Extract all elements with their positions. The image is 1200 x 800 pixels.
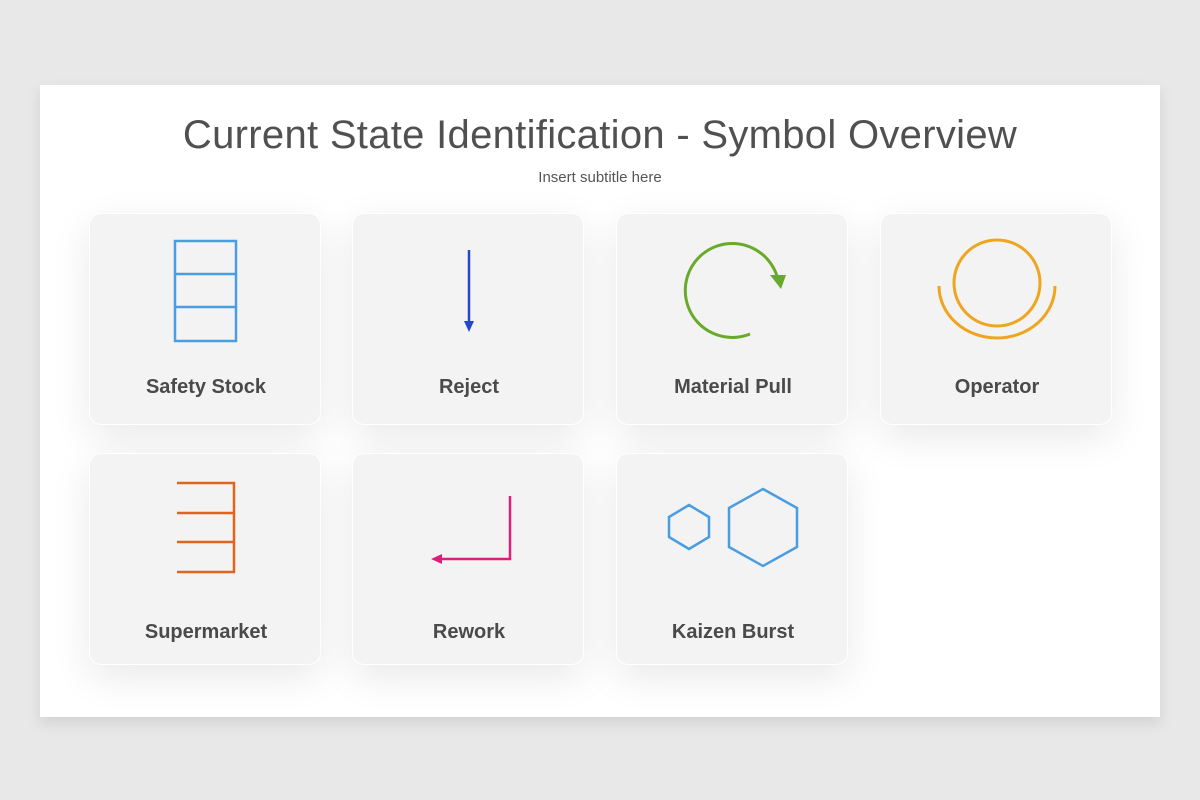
- symbol-card-safety-stock: Safety Stock: [89, 213, 321, 425]
- symbol-label: Safety Stock: [145, 376, 267, 398]
- slide-subtitle: Insert subtitle here: [538, 169, 662, 186]
- rework-arrow-icon: [431, 496, 512, 564]
- symbol-label: Supermarket: [144, 621, 268, 643]
- symbol-card-operator: Operator: [880, 213, 1112, 425]
- supermarket-icon: [177, 481, 236, 574]
- symbol-label: Operator: [954, 376, 1040, 398]
- down-arrow-icon: [464, 250, 474, 332]
- hexagons-icon: [667, 487, 799, 568]
- symbol-card-material-pull: Material Pull: [616, 213, 848, 425]
- circular-arrow-icon: [683, 242, 786, 339]
- operator-icon: [937, 238, 1057, 340]
- symbol-label: Material Pull: [674, 376, 792, 398]
- symbol-card-reject: Reject: [352, 213, 584, 425]
- slide-title: Current State Identification - Symbol Ov…: [182, 113, 1018, 157]
- symbol-card-rework: Rework: [352, 453, 584, 665]
- symbol-label: Reject: [438, 376, 500, 398]
- symbol-label: Kaizen Burst: [671, 621, 795, 643]
- safety-stock-icon: [173, 239, 238, 343]
- symbol-label: Rework: [432, 621, 506, 643]
- symbol-card-supermarket: Supermarket: [89, 453, 321, 665]
- symbol-card-kaizen-burst: Kaizen Burst: [616, 453, 848, 665]
